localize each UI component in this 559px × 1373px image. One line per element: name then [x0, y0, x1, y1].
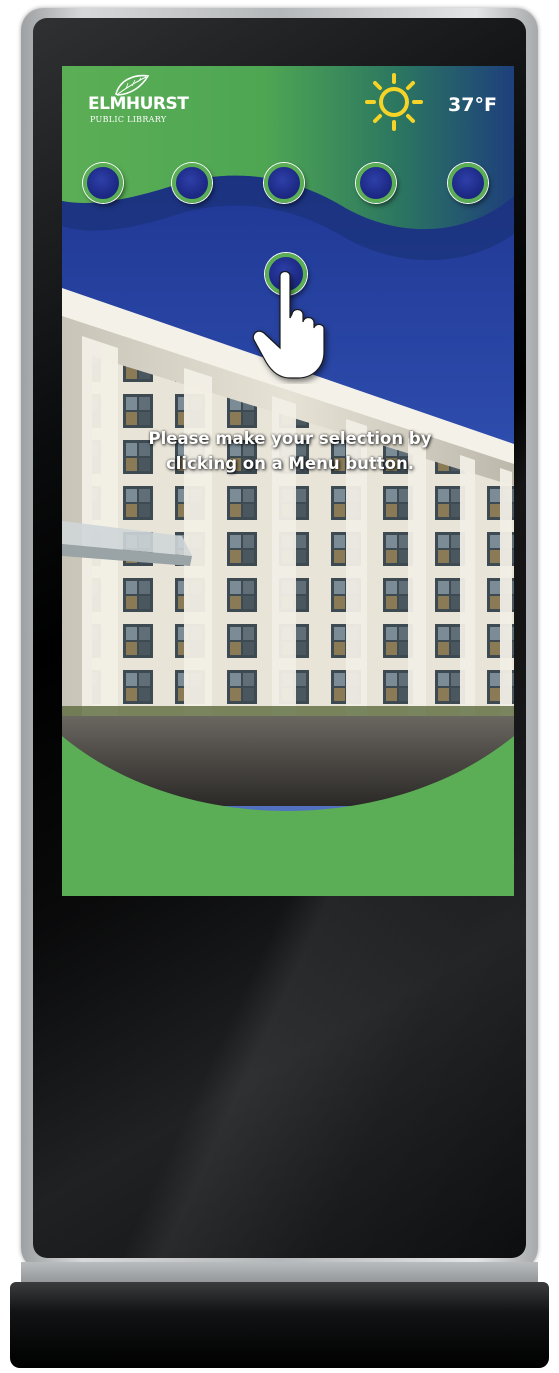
temperature-readout: 37°F	[448, 94, 497, 116]
instruction-line-1: Please make your selection by	[148, 429, 432, 448]
menu-button-5[interactable]	[448, 163, 488, 203]
stand-base	[10, 1282, 549, 1368]
sun-icon	[365, 73, 423, 131]
library-name: ELMHURST	[88, 94, 189, 114]
instruction-line-2: clicking on a Menu button.	[165, 454, 415, 473]
kiosk-display: ELMHURST PUBLIC LIBRARY 37°F Please make…	[0, 0, 559, 1373]
instruction-text: Please make your selection by clicking o…	[90, 426, 490, 476]
menu-button-1[interactable]	[83, 163, 123, 203]
library-logo: ELMHURST PUBLIC LIBRARY	[88, 72, 218, 132]
menu-button-3[interactable]	[264, 163, 304, 203]
hand-pointer-icon	[252, 270, 325, 379]
library-subtitle: PUBLIC LIBRARY	[90, 115, 167, 124]
menu-button-2[interactable]	[172, 163, 212, 203]
menu-button-4[interactable]	[356, 163, 396, 203]
